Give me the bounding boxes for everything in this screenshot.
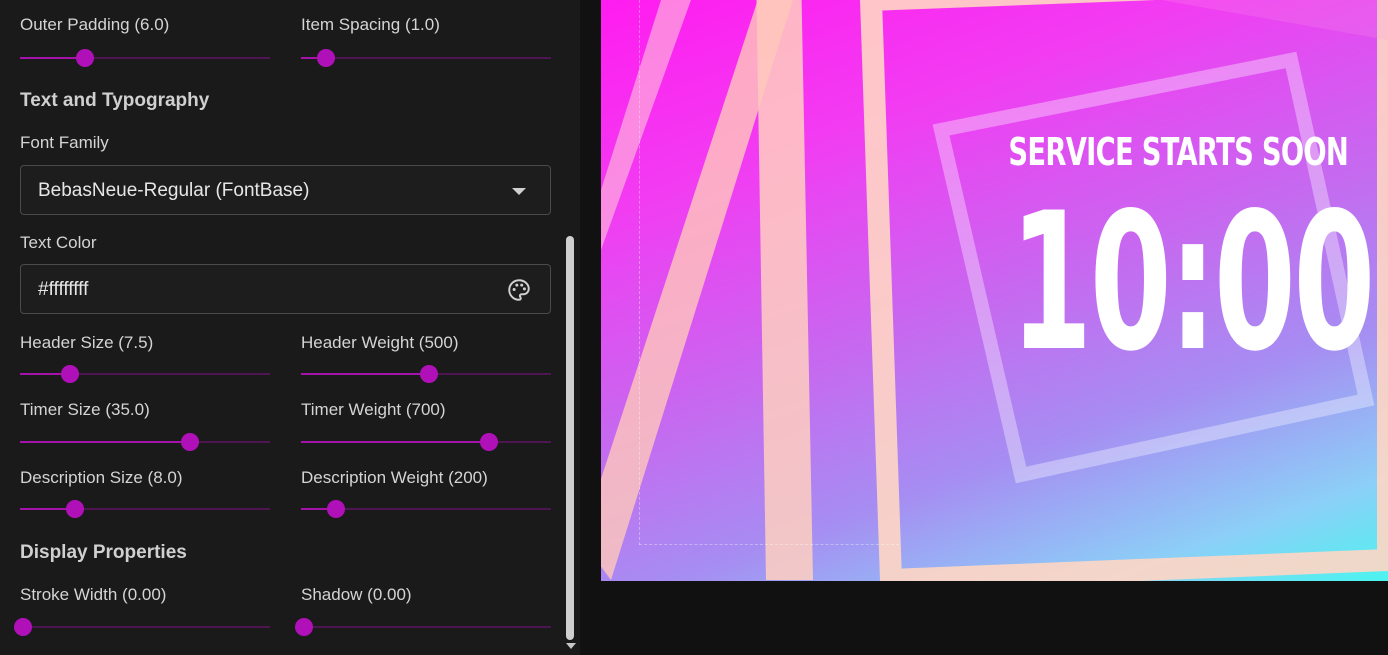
item-spacing-label: Item Spacing (1.0) (301, 15, 440, 34)
preview-timer-text: 10:00 (1010, 172, 1375, 393)
slider-thumb[interactable] (61, 365, 79, 383)
description-size-label: Description Size (8.0) (20, 468, 183, 487)
description-weight-slider[interactable] (301, 499, 551, 519)
preview-guide-horizontal (639, 544, 899, 545)
section-text-typography: Text and Typography (20, 90, 210, 111)
slider-thumb[interactable] (419, 365, 438, 383)
stroke-width-label: Stroke Width (0.00) (20, 585, 167, 604)
palette-icon[interactable] (506, 277, 532, 303)
timer-preview: SERVICE STARTS SOON 10:00 (601, 0, 1388, 581)
preview-guide-vertical (639, 0, 640, 545)
slider-thumb[interactable] (14, 618, 32, 636)
header-weight-slider[interactable] (301, 364, 551, 384)
slider-thumb[interactable] (479, 433, 498, 451)
slider-thumb[interactable] (317, 49, 335, 67)
slider-track (20, 626, 270, 628)
font-family-label: Font Family (20, 133, 109, 152)
slider-thumb[interactable] (181, 433, 199, 451)
description-size-slider[interactable] (20, 499, 270, 519)
item-spacing-slider[interactable] (301, 48, 551, 68)
font-family-value: BebasNeue-Regular (FontBase) (38, 180, 310, 201)
section-display-properties: Display Properties (20, 542, 187, 563)
text-color-value: #ffffffff (38, 279, 89, 300)
stroke-width-slider[interactable] (14, 617, 270, 637)
timer-size-label: Timer Size (35.0) (20, 400, 150, 419)
slider-track (301, 57, 551, 59)
slider-thumb[interactable] (66, 500, 84, 518)
settings-panel: Outer Padding (6.0) Item Spacing (1.0) T… (0, 0, 580, 655)
timer-weight-slider[interactable] (301, 432, 551, 452)
scrollbar-thumb[interactable] (566, 236, 574, 640)
scroll-down-arrow-icon[interactable] (566, 643, 576, 649)
slider-fill (301, 441, 489, 443)
slider-fill (301, 373, 429, 375)
header-size-label: Header Size (7.5) (20, 333, 154, 352)
outer-padding-slider[interactable] (20, 48, 270, 68)
text-color-input[interactable]: #ffffffff (20, 264, 551, 314)
header-size-slider[interactable] (20, 364, 270, 384)
preview-header-text: SERVICE STARTS SOON (1008, 130, 1349, 174)
slider-thumb[interactable] (295, 618, 313, 636)
timer-weight-label: Timer Weight (700) (301, 400, 446, 419)
shadow-label: Shadow (0.00) (301, 585, 412, 604)
slider-thumb[interactable] (76, 49, 94, 67)
header-weight-label: Header Weight (500) (301, 333, 459, 352)
shadow-slider[interactable] (295, 617, 551, 637)
text-color-label: Text Color (20, 233, 97, 252)
slider-fill (20, 441, 190, 443)
slider-track (301, 626, 551, 628)
chevron-down-icon[interactable] (512, 188, 526, 195)
font-family-select[interactable]: BebasNeue-Regular (FontBase) (20, 165, 551, 215)
slider-thumb[interactable] (327, 500, 345, 518)
description-weight-label: Description Weight (200) (301, 468, 488, 487)
outer-padding-label: Outer Padding (6.0) (20, 15, 170, 34)
timer-size-slider[interactable] (20, 432, 270, 452)
